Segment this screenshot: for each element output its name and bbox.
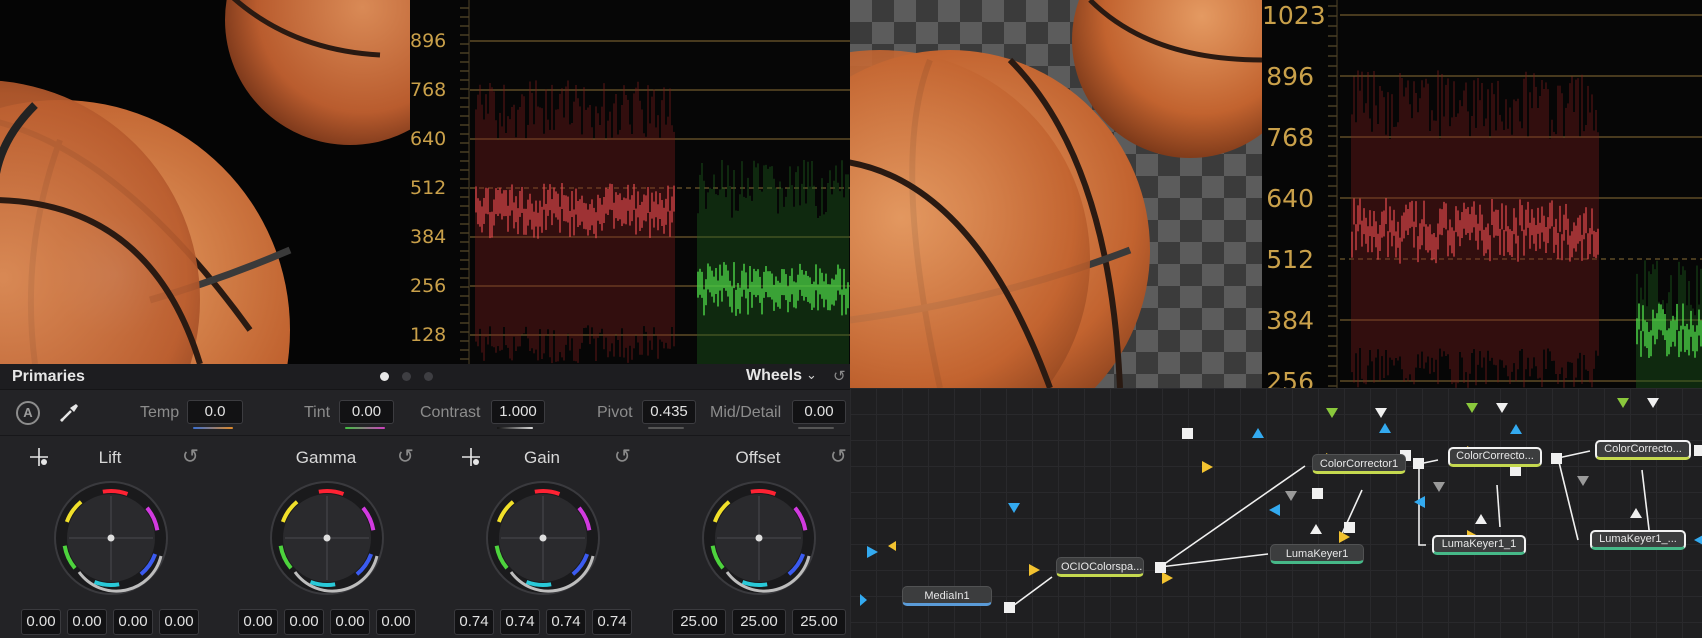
primaries-header: Primaries Wheels ⌄ ↺ [0, 364, 850, 390]
lift-value-field[interactable]: 0.00 [21, 609, 61, 635]
lift-values: 0.00 0.00 0.00 0.00 [21, 609, 199, 635]
waveform-scope-left: 896 768 640 512 384 256 128 [410, 0, 850, 364]
green-channel-trace [1636, 260, 1702, 388]
scope-axis-label: 768 [1266, 123, 1314, 152]
page-dot[interactable] [402, 372, 411, 381]
gain-value-field[interactable]: 0.74 [454, 609, 494, 635]
panel-title: Primaries [12, 368, 85, 385]
offset-value-field[interactable]: 25.00 [672, 609, 726, 635]
page-dot[interactable] [424, 372, 433, 381]
node-ocio-colorspace[interactable]: OCIOColorspa... [1056, 557, 1144, 577]
primaries-params-row: A Temp 0.0 Tint 0.00 Contrast 1.000 Pivo… [0, 390, 850, 436]
scope-axis-label: 1023 [1262, 1, 1326, 30]
scope-axis-label: 256 [1266, 367, 1314, 388]
offset-values: 25.00 25.00 25.00 [672, 609, 846, 635]
scope-axis-label: 128 [410, 324, 447, 346]
node-color-corrector-2[interactable]: ColorCorrecto... [1448, 447, 1542, 467]
scope-axis-label: 768 [410, 79, 447, 101]
node-color-corrector-3[interactable]: ColorCorrecto... [1595, 440, 1691, 460]
red-channel-trace [1351, 70, 1599, 388]
overflow-icon[interactable]: ↺ [833, 367, 846, 385]
temp-bar [193, 427, 233, 429]
contrast-bar [497, 427, 533, 429]
offset-wheel-block: Offset ↺ 25.00 25.00 25.00 [652, 436, 864, 638]
tint-field[interactable]: 0.00 [339, 400, 394, 424]
tint-label: Tint [304, 404, 331, 421]
scope-axis-label: 896 [410, 30, 447, 52]
auto-balance-icon[interactable]: A [16, 401, 40, 425]
scope-axis-label: 896 [1266, 62, 1314, 91]
scope-axis-label: 384 [410, 226, 447, 248]
scope-axis-label: 512 [410, 177, 447, 199]
lift-wheel-block: Lift ↺ 0.00 0.00 0.00 0.00 [4, 436, 216, 638]
pivot-bar [648, 427, 684, 429]
page-dot[interactable] [380, 372, 389, 381]
viewer-left[interactable] [0, 0, 410, 364]
mode-dropdown[interactable]: Wheels [746, 367, 802, 385]
lift-value-field[interactable]: 0.00 [113, 609, 153, 635]
mid-detail-bar [798, 427, 834, 429]
reset-icon[interactable]: ↺ [397, 444, 414, 469]
basketball-image-left [0, 0, 410, 364]
pivot-field[interactable]: 0.435 [642, 400, 696, 424]
pivot-label: Pivot [597, 404, 633, 421]
reset-icon[interactable]: ↺ [830, 444, 847, 469]
node-color-corrector-1[interactable]: ColorCorrector1 [1312, 454, 1406, 474]
contrast-field[interactable]: 1.000 [491, 400, 545, 424]
scope-axis-label: 512 [1266, 245, 1314, 274]
contrast-label: Contrast [420, 404, 481, 421]
lift-value-field[interactable]: 0.00 [159, 609, 199, 635]
scope-axis-label: 256 [410, 275, 447, 297]
gain-wheel-block: Gain ↺ 0.74 0.74 0.74 0.74 [436, 436, 648, 638]
gamma-value-field[interactable]: 0.00 [376, 609, 416, 635]
offset-value-field[interactable]: 25.00 [792, 609, 846, 635]
reset-icon[interactable]: ↺ [614, 444, 631, 469]
gamma-value-field[interactable]: 0.00 [330, 609, 370, 635]
gamma-wheel-block: Gamma ↺ 0.00 0.00 0.00 0.00 [220, 436, 432, 638]
gamma-value-field[interactable]: 0.00 [284, 609, 324, 635]
basketball-image-right [850, 0, 1262, 388]
node-luma-keyer-1[interactable]: LumaKeyer1 [1270, 544, 1364, 564]
gain-value-field[interactable]: 0.74 [500, 609, 540, 635]
primaries-panel: Primaries Wheels ⌄ ↺ A Temp 0.0 Tint 0.0… [0, 364, 850, 638]
node-luma-keyer-2[interactable]: LumaKeyer1_1 [1432, 535, 1526, 555]
reset-icon[interactable]: ↺ [182, 444, 199, 469]
color-picker-icon[interactable] [56, 400, 82, 426]
lift-value-field[interactable]: 0.00 [67, 609, 107, 635]
green-channel-trace [697, 160, 849, 364]
chevron-down-icon[interactable]: ⌄ [806, 367, 817, 383]
gamma-value-field[interactable]: 0.00 [238, 609, 278, 635]
temp-field[interactable]: 0.0 [187, 400, 243, 424]
viewer-right[interactable] [850, 0, 1262, 388]
page-dots[interactable] [380, 372, 433, 381]
waveform-scope-right: 1023 896 768 640 512 384 256 [1262, 0, 1702, 388]
gain-color-wheel[interactable] [485, 480, 601, 596]
mid-detail-label: Mid/Detail [710, 404, 782, 421]
node-luma-keyer-3[interactable]: LumaKeyer1_... [1590, 530, 1686, 550]
offset-value-field[interactable]: 25.00 [732, 609, 786, 635]
gamma-values: 0.00 0.00 0.00 0.00 [238, 609, 416, 635]
mid-detail-field[interactable]: 0.00 [792, 400, 846, 424]
gain-value-field[interactable]: 0.74 [546, 609, 586, 635]
node-editor[interactable]: MediaIn1 OCIOColorspa... ColorCorrector1… [850, 388, 1702, 638]
scope-axis-label: 384 [1266, 306, 1314, 335]
temp-label: Temp [140, 404, 180, 421]
gamma-color-wheel[interactable] [269, 480, 385, 596]
node-media-in[interactable]: MediaIn1 [902, 586, 992, 606]
scope-axis-label: 640 [1266, 184, 1314, 213]
offset-color-wheel[interactable] [701, 480, 817, 596]
gain-value-field[interactable]: 0.74 [592, 609, 632, 635]
red-channel-trace [475, 80, 675, 364]
lift-color-wheel[interactable] [53, 480, 169, 596]
gain-values: 0.74 0.74 0.74 0.74 [454, 609, 632, 635]
tint-bar [345, 427, 385, 429]
scope-axis-label: 640 [410, 128, 447, 150]
